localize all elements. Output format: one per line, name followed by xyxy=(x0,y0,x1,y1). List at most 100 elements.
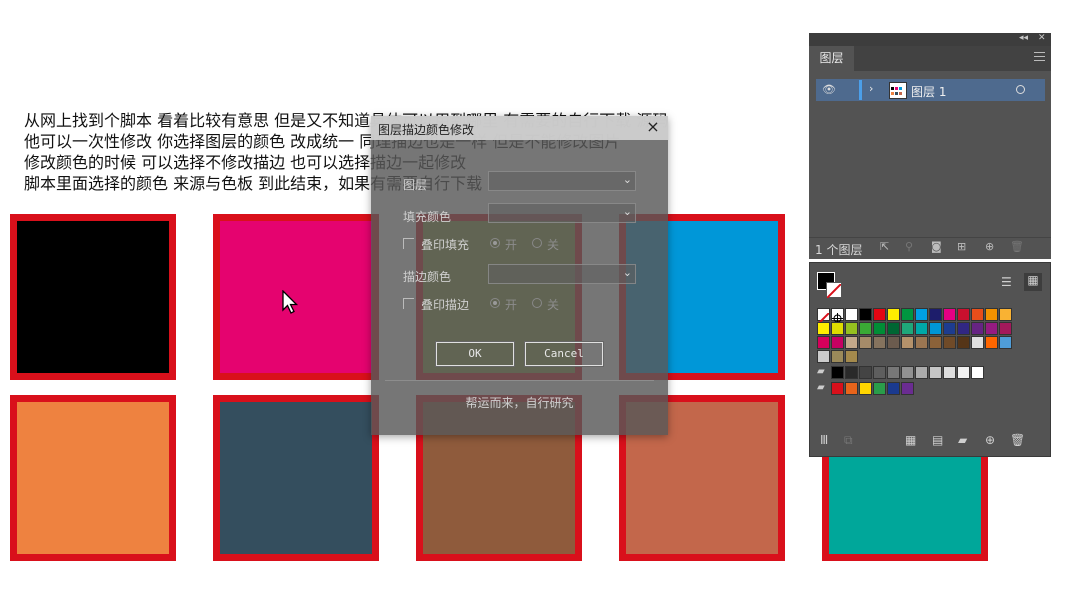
overprint-fill-on-radio[interactable] xyxy=(490,238,500,248)
tab-layers[interactable]: 图层 xyxy=(809,46,854,71)
color-swatch[interactable] xyxy=(929,308,942,321)
close-icon[interactable]: × xyxy=(644,118,662,136)
color-swatch[interactable] xyxy=(817,336,830,349)
color-swatch[interactable] xyxy=(859,366,872,379)
list-view-icon[interactable]: ☰ xyxy=(1001,275,1015,289)
color-swatch[interactable] xyxy=(859,336,872,349)
color-swatch[interactable] xyxy=(971,366,984,379)
color-swatch[interactable] xyxy=(887,366,900,379)
color-swatch[interactable] xyxy=(901,336,914,349)
color-swatch[interactable] xyxy=(915,366,928,379)
color-swatch[interactable] xyxy=(845,322,858,335)
color-swatch[interactable] xyxy=(831,322,844,335)
color-swatch[interactable] xyxy=(887,322,900,335)
color-swatch[interactable] xyxy=(999,308,1012,321)
collapse-icon[interactable]: ◂◂ xyxy=(1019,33,1028,43)
color-swatch[interactable] xyxy=(873,322,886,335)
color-swatch[interactable] xyxy=(831,366,844,379)
square-black[interactable] xyxy=(10,214,176,380)
dialog-titlebar[interactable]: 图层描边颜色修改 × xyxy=(371,116,668,140)
color-group-folder-icon[interactable]: ▰ xyxy=(817,366,830,379)
color-swatch[interactable] xyxy=(817,322,830,335)
color-swatch[interactable] xyxy=(929,366,942,379)
color-swatch[interactable] xyxy=(845,336,858,349)
color-swatch[interactable] xyxy=(985,308,998,321)
show-swatch-kinds-icon[interactable]: ▦ xyxy=(905,433,919,447)
color-swatch[interactable] xyxy=(943,308,956,321)
grid-view-icon[interactable]: ▦ xyxy=(1024,273,1042,291)
fill-color-dropdown[interactable]: ⌄ xyxy=(488,203,636,223)
color-swatch[interactable] xyxy=(831,336,844,349)
color-swatch[interactable] xyxy=(943,336,956,349)
color-group-folder-icon[interactable]: ▰ xyxy=(817,382,830,395)
clipping-mask-icon[interactable]: ◙ xyxy=(931,240,943,253)
new-color-group-icon[interactable]: ▰ xyxy=(958,433,972,447)
color-swatch[interactable] xyxy=(831,382,844,395)
color-swatch[interactable] xyxy=(971,336,984,349)
color-swatch[interactable] xyxy=(985,322,998,335)
overprint-stroke-checkbox[interactable] xyxy=(403,298,414,309)
square-orange[interactable] xyxy=(10,395,176,561)
color-swatch[interactable] xyxy=(929,336,942,349)
locate-object-icon[interactable]: ⚲ xyxy=(905,240,917,253)
eye-icon[interactable]: 👁 xyxy=(822,83,836,96)
panel-menu-icon[interactable] xyxy=(1034,52,1045,62)
color-swatch[interactable] xyxy=(915,308,928,321)
overprint-fill-checkbox[interactable] xyxy=(403,238,414,249)
color-swatch[interactable] xyxy=(929,322,942,335)
expand-arrow-icon[interactable]: › xyxy=(869,82,873,95)
cancel-button[interactable]: Cancel xyxy=(524,341,604,367)
delete-layer-icon[interactable]: 🗑 xyxy=(1010,240,1024,253)
new-sublayer-icon[interactable]: ⊞ xyxy=(957,240,969,253)
swatch-libraries-icon[interactable]: Ⅲ xyxy=(820,433,834,447)
export-icon[interactable]: ⇱ xyxy=(880,240,892,253)
color-swatch[interactable] xyxy=(901,308,914,321)
color-swatch[interactable] xyxy=(859,308,872,321)
color-swatch[interactable] xyxy=(971,322,984,335)
color-swatch[interactable] xyxy=(943,366,956,379)
overprint-fill-off-radio[interactable] xyxy=(532,238,542,248)
color-swatch[interactable] xyxy=(845,382,858,395)
color-swatch[interactable] xyxy=(817,350,830,363)
color-swatch[interactable] xyxy=(873,382,886,395)
swatch-options-icon[interactable]: ▤ xyxy=(932,433,946,447)
color-swatch[interactable] xyxy=(817,308,830,325)
layer-name[interactable]: 图层 1 xyxy=(911,83,946,100)
color-swatch[interactable] xyxy=(845,350,858,363)
color-swatch[interactable] xyxy=(957,336,970,349)
color-swatch[interactable] xyxy=(887,382,900,395)
overprint-stroke-off-radio[interactable] xyxy=(532,298,542,308)
color-swatch[interactable] xyxy=(873,308,886,321)
close-icon[interactable]: ✕ xyxy=(1038,33,1046,43)
layer-dropdown[interactable]: ⌄ xyxy=(488,171,636,191)
target-icon[interactable] xyxy=(1016,85,1025,94)
layer-row[interactable]: 👁 › 图层 1 xyxy=(816,79,1045,101)
color-swatch[interactable] xyxy=(985,336,998,349)
color-swatch[interactable] xyxy=(999,322,1012,335)
color-swatch[interactable] xyxy=(873,366,886,379)
color-swatch[interactable] xyxy=(873,336,886,349)
color-swatch[interactable] xyxy=(915,336,928,349)
color-swatch[interactable] xyxy=(887,336,900,349)
color-swatch[interactable] xyxy=(887,308,900,321)
color-swatch[interactable] xyxy=(901,382,914,395)
color-swatch[interactable] xyxy=(845,308,858,321)
color-swatch[interactable] xyxy=(831,350,844,363)
color-swatch[interactable] xyxy=(859,382,872,395)
new-swatch-icon[interactable]: ⊕ xyxy=(985,433,999,447)
color-swatch[interactable] xyxy=(901,366,914,379)
color-swatch[interactable] xyxy=(831,308,844,324)
square-slate[interactable] xyxy=(213,395,379,561)
color-swatch[interactable] xyxy=(957,366,970,379)
color-swatch[interactable] xyxy=(901,322,914,335)
color-swatch[interactable] xyxy=(999,336,1012,349)
color-swatch[interactable] xyxy=(971,308,984,321)
color-swatch[interactable] xyxy=(957,308,970,321)
color-swatch[interactable] xyxy=(915,322,928,335)
delete-swatch-icon[interactable]: 🗑 xyxy=(1010,433,1025,447)
overprint-stroke-on-radio[interactable] xyxy=(490,298,500,308)
swatch-kind-icon[interactable]: ⧉ xyxy=(844,433,858,447)
color-swatch[interactable] xyxy=(845,366,858,379)
new-layer-icon[interactable]: ⊕ xyxy=(985,240,997,253)
color-swatch[interactable] xyxy=(859,322,872,335)
